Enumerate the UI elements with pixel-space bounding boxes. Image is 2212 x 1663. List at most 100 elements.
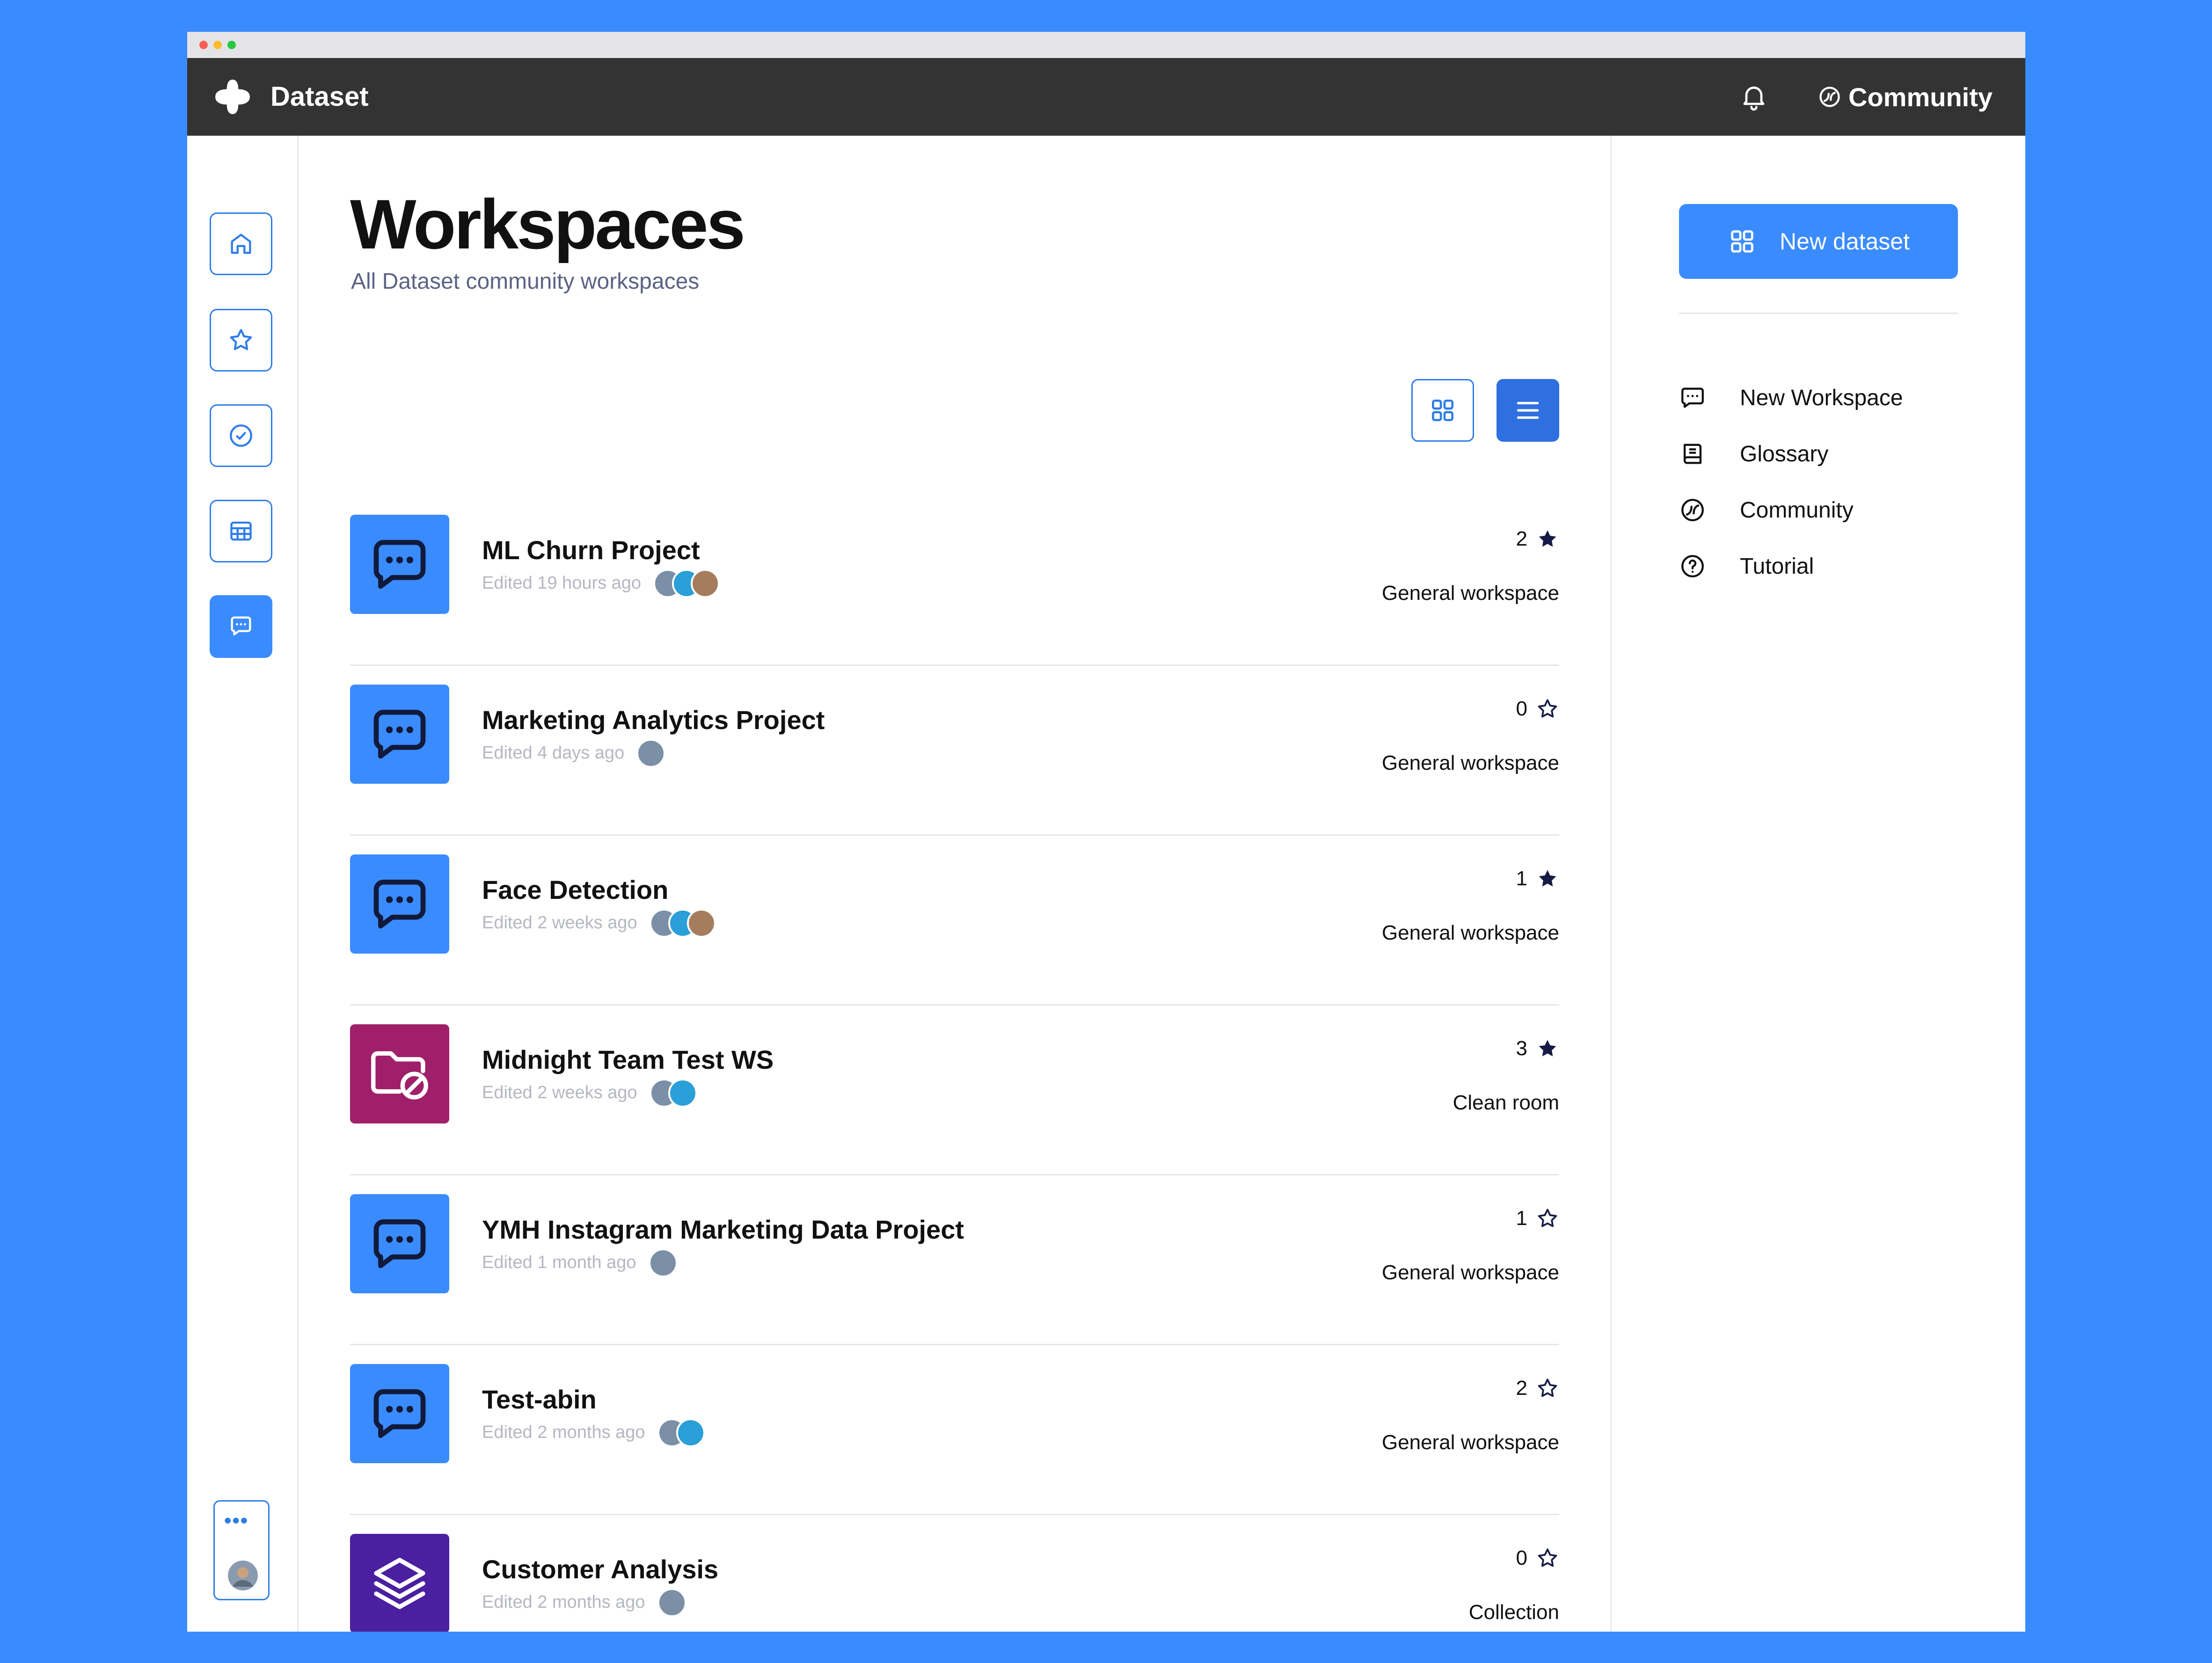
star-count-value: 2 <box>1516 1377 1527 1400</box>
chat-icon <box>231 616 251 636</box>
glossary-link[interactable]: Glossary <box>1679 426 1903 482</box>
chat-icon <box>373 1219 426 1269</box>
brand-name[interactable]: Dataset <box>270 80 369 113</box>
star-icon[interactable] <box>1536 697 1559 721</box>
folder-blocked-icon <box>371 1051 428 1100</box>
home-icon <box>231 233 251 254</box>
new-dataset-button[interactable]: New dataset <box>1679 204 1958 279</box>
close-window-button[interactable] <box>199 41 208 49</box>
window-titlebar <box>187 32 2025 58</box>
top-navigation-bar: Dataset Community <box>187 58 2025 136</box>
table-icon <box>230 521 252 541</box>
tutorial-link[interactable]: Tutorial <box>1679 538 1903 594</box>
workspace-row[interactable]: ML Churn Project Edited 19 hours ago 2 Gene… <box>350 496 1559 666</box>
notifications-bell-icon[interactable] <box>1739 81 1769 111</box>
left-sidebar: ••• <box>187 136 299 1632</box>
workspace-edited-time: Edited 2 months ago <box>482 1422 645 1442</box>
page-subtitle: All Dataset community workspaces <box>351 269 700 294</box>
member-avatar[interactable] <box>676 1418 705 1447</box>
workspace-chat-icon[interactable] <box>350 515 449 614</box>
star-icon[interactable] <box>1536 1377 1559 1400</box>
star-count-value: 3 <box>1516 1037 1527 1060</box>
star-icon[interactable] <box>1536 1546 1559 1570</box>
list-icon <box>1517 401 1539 419</box>
star-icon <box>230 329 252 350</box>
workspace-row[interactable]: Marketing Analytics Project Edited 4 days… <box>350 666 1559 836</box>
star-count: 2 <box>1516 1375 1559 1401</box>
workspace-chat-icon[interactable] <box>350 1194 449 1293</box>
workspace-chat-icon[interactable] <box>350 854 449 954</box>
workspace-row[interactable]: Customer Analysis Edited 2 months ago 0 Col… <box>350 1515 1559 1632</box>
member-avatar[interactable] <box>668 1079 697 1108</box>
main-content: Workspaces All Dataset community workspa… <box>299 136 1612 1632</box>
workspace-type: Collection <box>1468 1601 1559 1624</box>
member-avatar[interactable] <box>687 909 716 938</box>
workspace-name[interactable]: Test-abin <box>482 1384 597 1415</box>
star-filled-icon[interactable] <box>1536 527 1559 551</box>
star-count: 1 <box>1516 1205 1559 1232</box>
workspace-row[interactable]: Test-abin Edited 2 months ago 2 General wor… <box>350 1345 1559 1515</box>
star-count-value: 1 <box>1516 867 1527 890</box>
chat-icon <box>373 879 426 929</box>
sidebar-tables-button[interactable] <box>210 500 272 562</box>
minimize-window-button[interactable] <box>213 41 222 49</box>
quick-links: New Workspace Glossary Community Tutoria… <box>1679 370 1903 594</box>
sidebar-workspaces-button[interactable] <box>210 595 272 658</box>
member-avatars <box>657 1588 686 1617</box>
workspace-folder-blocked-icon[interactable] <box>350 1024 449 1123</box>
member-avatars <box>636 739 665 768</box>
list-view-button[interactable] <box>1497 379 1559 442</box>
workspace-row[interactable]: Face Detection Edited 2 weeks ago 1 General… <box>350 836 1559 1006</box>
star-count-value: 2 <box>1516 527 1527 550</box>
page-title: Workspaces <box>350 185 745 263</box>
workspace-chat-icon[interactable] <box>350 685 449 784</box>
more-options-button[interactable]: ••• <box>224 1509 248 1532</box>
user-avatar[interactable] <box>228 1561 258 1590</box>
community-link[interactable]: Community <box>1679 482 1903 538</box>
member-avatar[interactable] <box>636 739 665 768</box>
workspace-chat-icon[interactable] <box>350 1364 449 1463</box>
new-dataset-label: New dataset <box>1780 228 1910 255</box>
sidebar-tasks-button[interactable] <box>210 404 272 467</box>
community-icon <box>1819 87 1840 107</box>
star-filled-icon[interactable] <box>1536 1037 1559 1060</box>
star-icon[interactable] <box>1536 1207 1559 1230</box>
sidebar-favorites-button[interactable] <box>210 309 272 372</box>
workspace-name[interactable]: Marketing Analytics Project <box>482 704 825 736</box>
star-filled-icon[interactable] <box>1536 867 1559 890</box>
check-circle-icon <box>230 424 252 447</box>
workspace-type: General workspace <box>1381 921 1559 944</box>
layers-icon <box>374 1558 425 1609</box>
member-avatar[interactable] <box>657 1588 686 1617</box>
star-count: 0 <box>1516 1545 1559 1571</box>
community-link-label: Community <box>1740 497 1854 523</box>
community-menu[interactable]: Community <box>1818 80 1993 113</box>
sidebar-home-button[interactable] <box>210 212 272 275</box>
glossary-label: Glossary <box>1740 441 1829 467</box>
dataset-logo-icon[interactable] <box>213 78 252 116</box>
workspace-type: Clean room <box>1453 1091 1559 1114</box>
tutorial-label: Tutorial <box>1740 554 1814 579</box>
maximize-window-button[interactable] <box>227 41 236 49</box>
workspace-edited-time: Edited 2 weeks ago <box>482 913 637 933</box>
workspace-layers-icon[interactable] <box>350 1534 449 1632</box>
workspace-name[interactable]: Midnight Team Test WS <box>482 1044 774 1076</box>
book-icon <box>1683 444 1702 464</box>
grid-view-button[interactable] <box>1411 379 1474 442</box>
workspace-edited-time: Edited 1 month ago <box>482 1253 636 1272</box>
member-avatar[interactable] <box>649 1248 678 1277</box>
star-count: 3 <box>1516 1036 1559 1062</box>
member-avatars <box>657 1418 705 1447</box>
right-panel: New dataset New Workspace Glossary Commu… <box>1612 136 2025 1632</box>
workspace-row[interactable]: Midnight Team Test WS Edited 2 weeks ago 3… <box>350 1006 1559 1175</box>
chat-icon <box>1681 387 1704 408</box>
workspace-name[interactable]: ML Churn Project <box>482 534 700 566</box>
workspace-name[interactable]: Customer Analysis <box>482 1554 718 1585</box>
workspace-list: ML Churn Project Edited 19 hours ago 2 Gene… <box>350 496 1559 1632</box>
workspace-name[interactable]: Face Detection <box>482 874 668 906</box>
workspace-name[interactable]: YMH Instagram Marketing Data Project <box>482 1214 964 1246</box>
workspace-row[interactable]: YMH Instagram Marketing Data Project Edit… <box>350 1175 1559 1345</box>
star-count: 2 <box>1516 526 1559 552</box>
member-avatar[interactable] <box>691 569 720 598</box>
new-workspace-link[interactable]: New Workspace <box>1679 370 1903 426</box>
